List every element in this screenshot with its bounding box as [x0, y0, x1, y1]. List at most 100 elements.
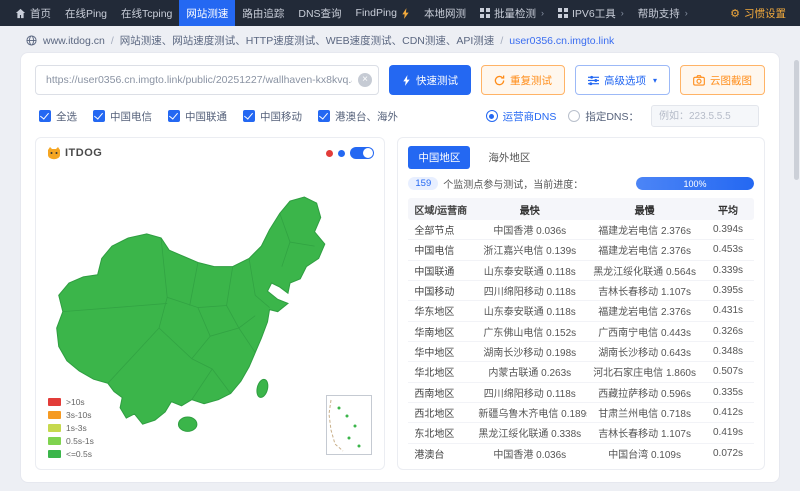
- checkbox-china-unicom[interactable]: 中国联通: [168, 109, 227, 124]
- cloud-screenshot-button[interactable]: 云图截图: [680, 65, 765, 95]
- page-scrollbar[interactable]: [794, 60, 799, 180]
- col-region: 区域/运营商: [414, 205, 468, 217]
- fastest-cell: 四川绵阳移动 0.118s: [483, 388, 576, 400]
- checkbox-checked-icon: [39, 110, 51, 122]
- nav-item-traceroute[interactable]: 路由追踪: [235, 0, 291, 26]
- url-input[interactable]: [35, 65, 379, 95]
- red-dot-icon[interactable]: [326, 149, 334, 157]
- nav-item-preferences[interactable]: ⚙ 习惯设置: [724, 0, 792, 26]
- nav-label: 帮助支持: [637, 7, 680, 20]
- legend-item: 1s-3s: [48, 423, 94, 433]
- table-row[interactable]: 西南地区 四川绵阳移动 0.118s 西藏拉萨移动 0.596s 0.335s: [408, 383, 754, 403]
- checkbox-overseas[interactable]: 港澳台、海外: [318, 109, 398, 124]
- table-row[interactable]: 东北地区 黑龙江绥化联通 0.338s 吉林长春移动 1.107s 0.419s: [408, 423, 754, 444]
- legend-label: 1s-3s: [66, 423, 87, 433]
- fastest-cell: 黑龙江绥化联通 0.338s: [478, 429, 582, 441]
- table-row[interactable]: 全部节点 中国香港 0.036s 福建龙岩电信 2.376s 0.394s: [408, 220, 754, 241]
- table-row[interactable]: 华南地区 广东佛山电信 0.152s 广西南宁电信 0.443s 0.326s: [408, 322, 754, 342]
- tab-overseas-region[interactable]: 海外地区: [478, 146, 540, 169]
- legend-swatch: [48, 411, 61, 419]
- chevron-right-icon: ›: [541, 8, 544, 18]
- nav-item-batch-check[interactable]: 批量检测 ›: [473, 0, 551, 26]
- avg-cell: 0.394s: [712, 224, 744, 236]
- hainan-island: [177, 416, 198, 432]
- col-fastest: 最快: [519, 205, 540, 217]
- avg-cell: 0.072s: [712, 447, 744, 459]
- checkbox-checked-icon: [168, 110, 180, 122]
- quick-test-button[interactable]: 快速测试: [388, 65, 471, 95]
- nav-item-ipv6-tools[interactable]: IPV6工具 ›: [551, 0, 631, 26]
- avg-cell: 0.335s: [712, 386, 744, 398]
- nav-item-findping[interactable]: FindPing: [349, 0, 417, 26]
- nav-item-website-speedtest[interactable]: 网站测速: [179, 0, 236, 26]
- dns-radio-group: 运营商DNS 指定DNS：: [485, 105, 759, 127]
- results-panel: 中国地区 海外地区 159 个监测点参与测试，当前进度： 100% 区域/运营商…: [397, 137, 765, 470]
- avg-cell: 0.419s: [712, 427, 744, 439]
- button-label: 高级选项: [603, 74, 646, 87]
- slowest-cell: 福建龙岩电信 2.376s: [598, 246, 691, 258]
- radio-label: 指定DNS：: [585, 110, 639, 123]
- fastest-cell: 中国香港 0.036s: [493, 449, 567, 461]
- repeat-test-button[interactable]: 重复测试: [480, 65, 565, 95]
- bolt-icon: [403, 74, 410, 86]
- nav-item-ping[interactable]: 在线Ping: [58, 0, 114, 26]
- nav-item-tcping[interactable]: 在线Tcping: [114, 0, 179, 26]
- refresh-icon: [494, 75, 505, 85]
- itdog-logo: ITDOG: [46, 146, 102, 160]
- monitor-count-badge: 159: [408, 177, 439, 190]
- url-input-wrapper: ×: [35, 65, 379, 95]
- breadcrumb-section[interactable]: 网站测速、网站速度测试、HTTP速度测试、WEB速度测试、CDN测速、API测速: [120, 33, 495, 48]
- table-row[interactable]: 中国联通 山东泰安联通 0.118s 黑龙江绥化联通 0.564s 0.339s: [408, 261, 754, 281]
- nav-item-home[interactable]: 首页: [8, 0, 58, 26]
- avg-cell: 0.507s: [712, 366, 744, 378]
- radio-selected-icon: [485, 110, 498, 122]
- checkbox-china-mobile[interactable]: 中国移动: [243, 109, 302, 124]
- nav-item-local-test[interactable]: 本地网测: [417, 0, 473, 26]
- checkbox-label: 全选: [56, 110, 77, 123]
- progress-fill: 100%: [636, 177, 754, 190]
- checkbox-select-all[interactable]: 全选: [39, 109, 77, 124]
- legend-item: 3s-10s: [48, 410, 94, 420]
- fastest-cell: 内蒙古联通 0.263s: [488, 368, 572, 380]
- legend-label: 0.5s-1s: [66, 436, 94, 446]
- tab-china-region[interactable]: 中国地区: [408, 146, 471, 169]
- clear-input-icon[interactable]: ×: [357, 73, 372, 87]
- gear-icon: ⚙: [730, 6, 740, 20]
- camera-icon: [693, 74, 705, 86]
- nav-item-help[interactable]: 帮助支持 ›: [631, 0, 695, 26]
- region-cell: 港澳台: [414, 449, 445, 461]
- table-row[interactable]: 华东地区 山东泰安联通 0.118s 福建龙岩电信 2.376s 0.431s: [408, 301, 754, 322]
- nav-label: 网站测速: [186, 7, 229, 20]
- avg-cell: 0.326s: [712, 325, 744, 337]
- avg-cell: 0.348s: [712, 346, 744, 358]
- dog-icon: [48, 147, 60, 160]
- legend-item: 0.5s-1s: [48, 436, 94, 446]
- caret-down-icon: ▾: [652, 75, 657, 85]
- chevron-right-icon: ›: [620, 8, 624, 18]
- nav-item-dns-query[interactable]: DNS查询: [291, 0, 348, 26]
- sliders-icon: [587, 75, 599, 85]
- map-layer-toggle[interactable]: [350, 147, 375, 159]
- region-cell: 华南地区: [414, 327, 455, 339]
- checkbox-china-telecom[interactable]: 中国电信: [93, 109, 152, 124]
- table-row[interactable]: 中国电信 浙江嘉兴电信 0.139s 福建龙岩电信 2.376s 0.453s: [408, 240, 754, 261]
- table-row[interactable]: 华中地区 湖南长沙移动 0.198s 湖南长沙移动 0.643s 0.348s: [408, 342, 754, 363]
- slowest-cell: 福建龙岩电信 2.376s: [598, 307, 691, 319]
- advanced-options-button[interactable]: 高级选项 ▾: [574, 65, 670, 95]
- table-row[interactable]: 华北地区 内蒙古联通 0.263s 河北石家庄电信 1.860s 0.507s: [408, 362, 754, 383]
- blue-dot-icon[interactable]: [338, 149, 346, 157]
- top-navigation: 首页 在线Ping 在线Tcping 网站测速 路由追踪 DNS查询 FindP…: [0, 0, 800, 26]
- custom-dns-input[interactable]: [651, 105, 759, 127]
- nav-label: 在线Tcping: [121, 7, 173, 20]
- radio-unselected-icon: [568, 110, 581, 122]
- table-row[interactable]: 西北地区 新疆乌鲁木齐电信 0.189s 甘肃兰州电信 0.718s 0.412s: [408, 403, 754, 424]
- breadcrumb-site[interactable]: www.itdog.cn: [43, 35, 105, 47]
- table-row[interactable]: 中国移动 四川绵阳移动 0.118s 吉林长春移动 1.107s 0.395s: [408, 281, 754, 302]
- nav-label: FindPing: [355, 7, 397, 19]
- checkbox-label: 中国电信: [110, 110, 152, 123]
- radio-carrier-dns[interactable]: 运营商DNS: [485, 109, 556, 124]
- table-row[interactable]: 港澳台 中国香港 0.036s 中国台湾 0.109s 0.072s: [408, 444, 754, 463]
- radio-custom-dns[interactable]: 指定DNS：: [568, 109, 639, 124]
- table-header: 区域/运营商 最快 最慢 平均: [408, 198, 754, 220]
- legend-swatch: [48, 450, 61, 458]
